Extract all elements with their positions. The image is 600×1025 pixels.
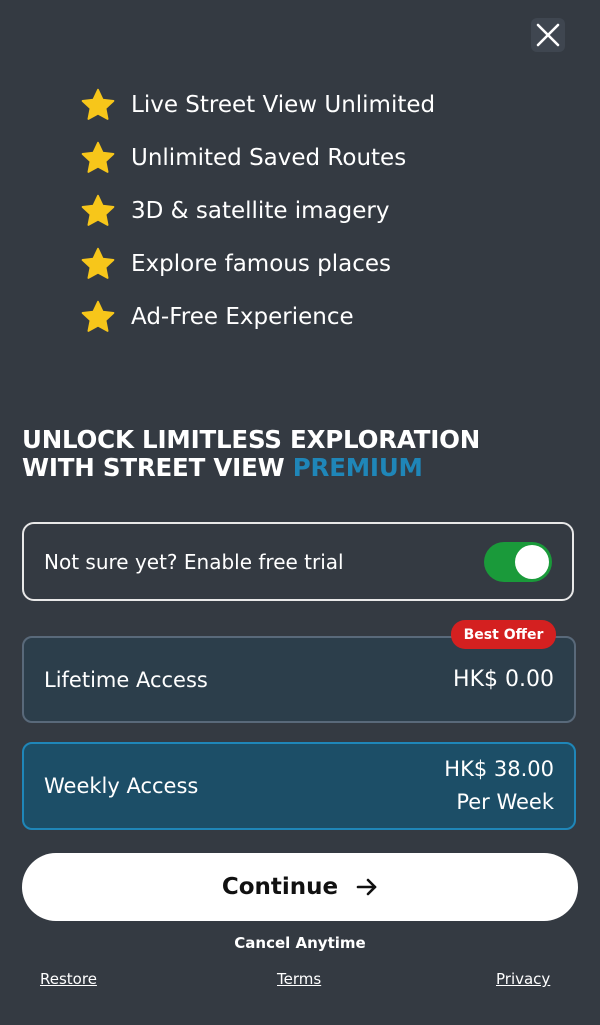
feature-list: Live Street View Unlimited Unlimited Sav… xyxy=(80,78,560,343)
headline-line-1: UNLOCK LIMITLESS EXPLORATION xyxy=(22,425,481,454)
headline-premium: PREMIUM xyxy=(292,453,423,482)
plan-name: Weekly Access xyxy=(44,774,199,798)
close-icon xyxy=(536,23,560,47)
feature-label: Live Street View Unlimited xyxy=(131,91,436,118)
plan-name: Lifetime Access xyxy=(44,667,208,692)
free-trial-label: Not sure yet? Enable free trial xyxy=(44,549,344,574)
plan-price: HK$ 38.00 xyxy=(444,757,554,781)
close-button[interactable] xyxy=(531,18,565,52)
feature-label: Explore famous places xyxy=(131,250,392,277)
star-icon xyxy=(81,247,115,279)
feature-label: 3D & satellite imagery xyxy=(131,197,390,224)
headline-line-2: WITH STREET VIEW PREMIUM xyxy=(22,454,582,482)
cancel-anytime-text: Cancel Anytime xyxy=(234,934,366,952)
toggle-knob xyxy=(515,544,549,579)
free-trial-toggle[interactable] xyxy=(484,541,552,582)
plan-weekly[interactable]: Weekly Access HK$ 38.00 Per Week xyxy=(22,742,576,830)
best-offer-badge: Best Offer xyxy=(451,620,556,649)
star-icon xyxy=(81,88,115,120)
feature-item: Live Street View Unlimited xyxy=(80,78,560,131)
terms-link[interactable]: Terms xyxy=(277,970,321,988)
restore-link[interactable]: Restore xyxy=(40,970,97,988)
privacy-link[interactable]: Privacy xyxy=(496,970,550,988)
feature-label: Ad-Free Experience xyxy=(131,303,354,330)
feature-item: Ad-Free Experience xyxy=(80,290,560,343)
continue-label: Continue xyxy=(221,874,339,900)
star-icon xyxy=(81,194,115,226)
plan-price: HK$ 0.00 xyxy=(453,667,554,692)
continue-button[interactable]: Continue xyxy=(22,853,578,921)
free-trial-row[interactable]: Not sure yet? Enable free trial xyxy=(22,522,574,601)
headline-line-2-prefix: WITH STREET VIEW xyxy=(22,453,293,482)
plan-price-block: HK$ 38.00 Per Week xyxy=(444,753,554,819)
feature-item: Explore famous places xyxy=(80,237,560,290)
plan-period: Per Week xyxy=(456,790,554,814)
feature-item: Unlimited Saved Routes xyxy=(80,131,560,184)
plan-lifetime[interactable]: Lifetime Access HK$ 0.00 xyxy=(22,636,576,723)
star-icon xyxy=(81,300,115,332)
star-icon xyxy=(81,141,115,173)
feature-label: Unlimited Saved Routes xyxy=(131,144,407,171)
feature-item: 3D & satellite imagery xyxy=(80,184,560,237)
arrow-right-icon xyxy=(356,878,377,896)
headline: UNLOCK LIMITLESS EXPLORATION WITH STREET… xyxy=(22,426,582,482)
